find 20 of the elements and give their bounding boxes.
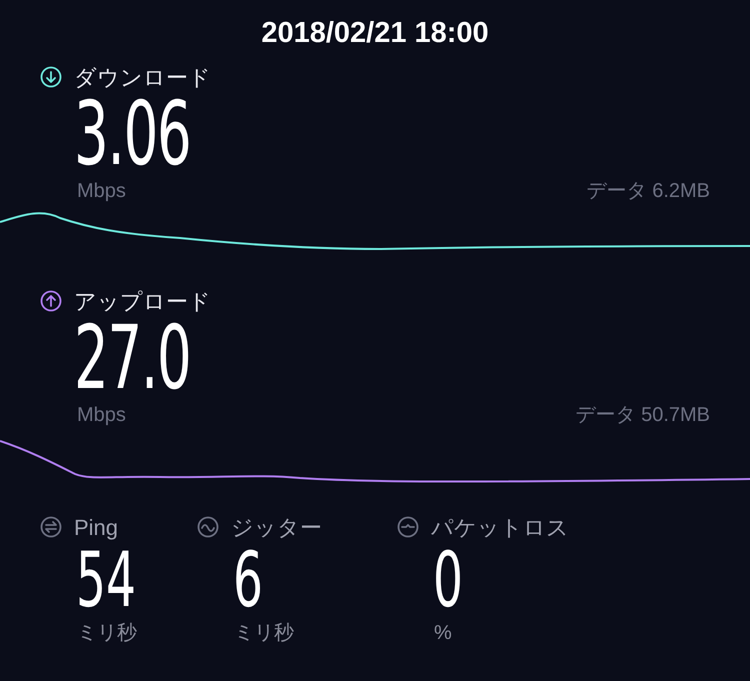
stat-label: パケットロス	[431, 514, 569, 542]
unit-label: Mbps	[77, 179, 126, 204]
data-amount: データ 6.2MB	[586, 179, 710, 204]
stat-label: ジッター	[231, 514, 322, 542]
speed-value: 3.06	[74, 92, 191, 176]
stat-label: Ping	[74, 514, 118, 542]
stat-value: 0	[433, 542, 463, 618]
stat-value: 54	[76, 542, 136, 618]
data-amount: データ 50.7MB	[576, 403, 710, 428]
section-label: ダウンロード	[74, 64, 211, 92]
unit-label: Mbps	[77, 403, 126, 428]
unit-label: ミリ秒	[234, 622, 294, 644]
unit-label: ミリ秒	[77, 622, 137, 644]
unit-label: %	[434, 622, 452, 644]
stat-value: 6	[233, 542, 263, 618]
speed-value: 27.0	[74, 316, 191, 400]
date-title: 2018/02/21 18:00	[260, 16, 490, 51]
swap-arrows-icon	[40, 516, 62, 538]
section-label: アップロード	[74, 288, 211, 316]
wave-icon	[197, 516, 219, 538]
